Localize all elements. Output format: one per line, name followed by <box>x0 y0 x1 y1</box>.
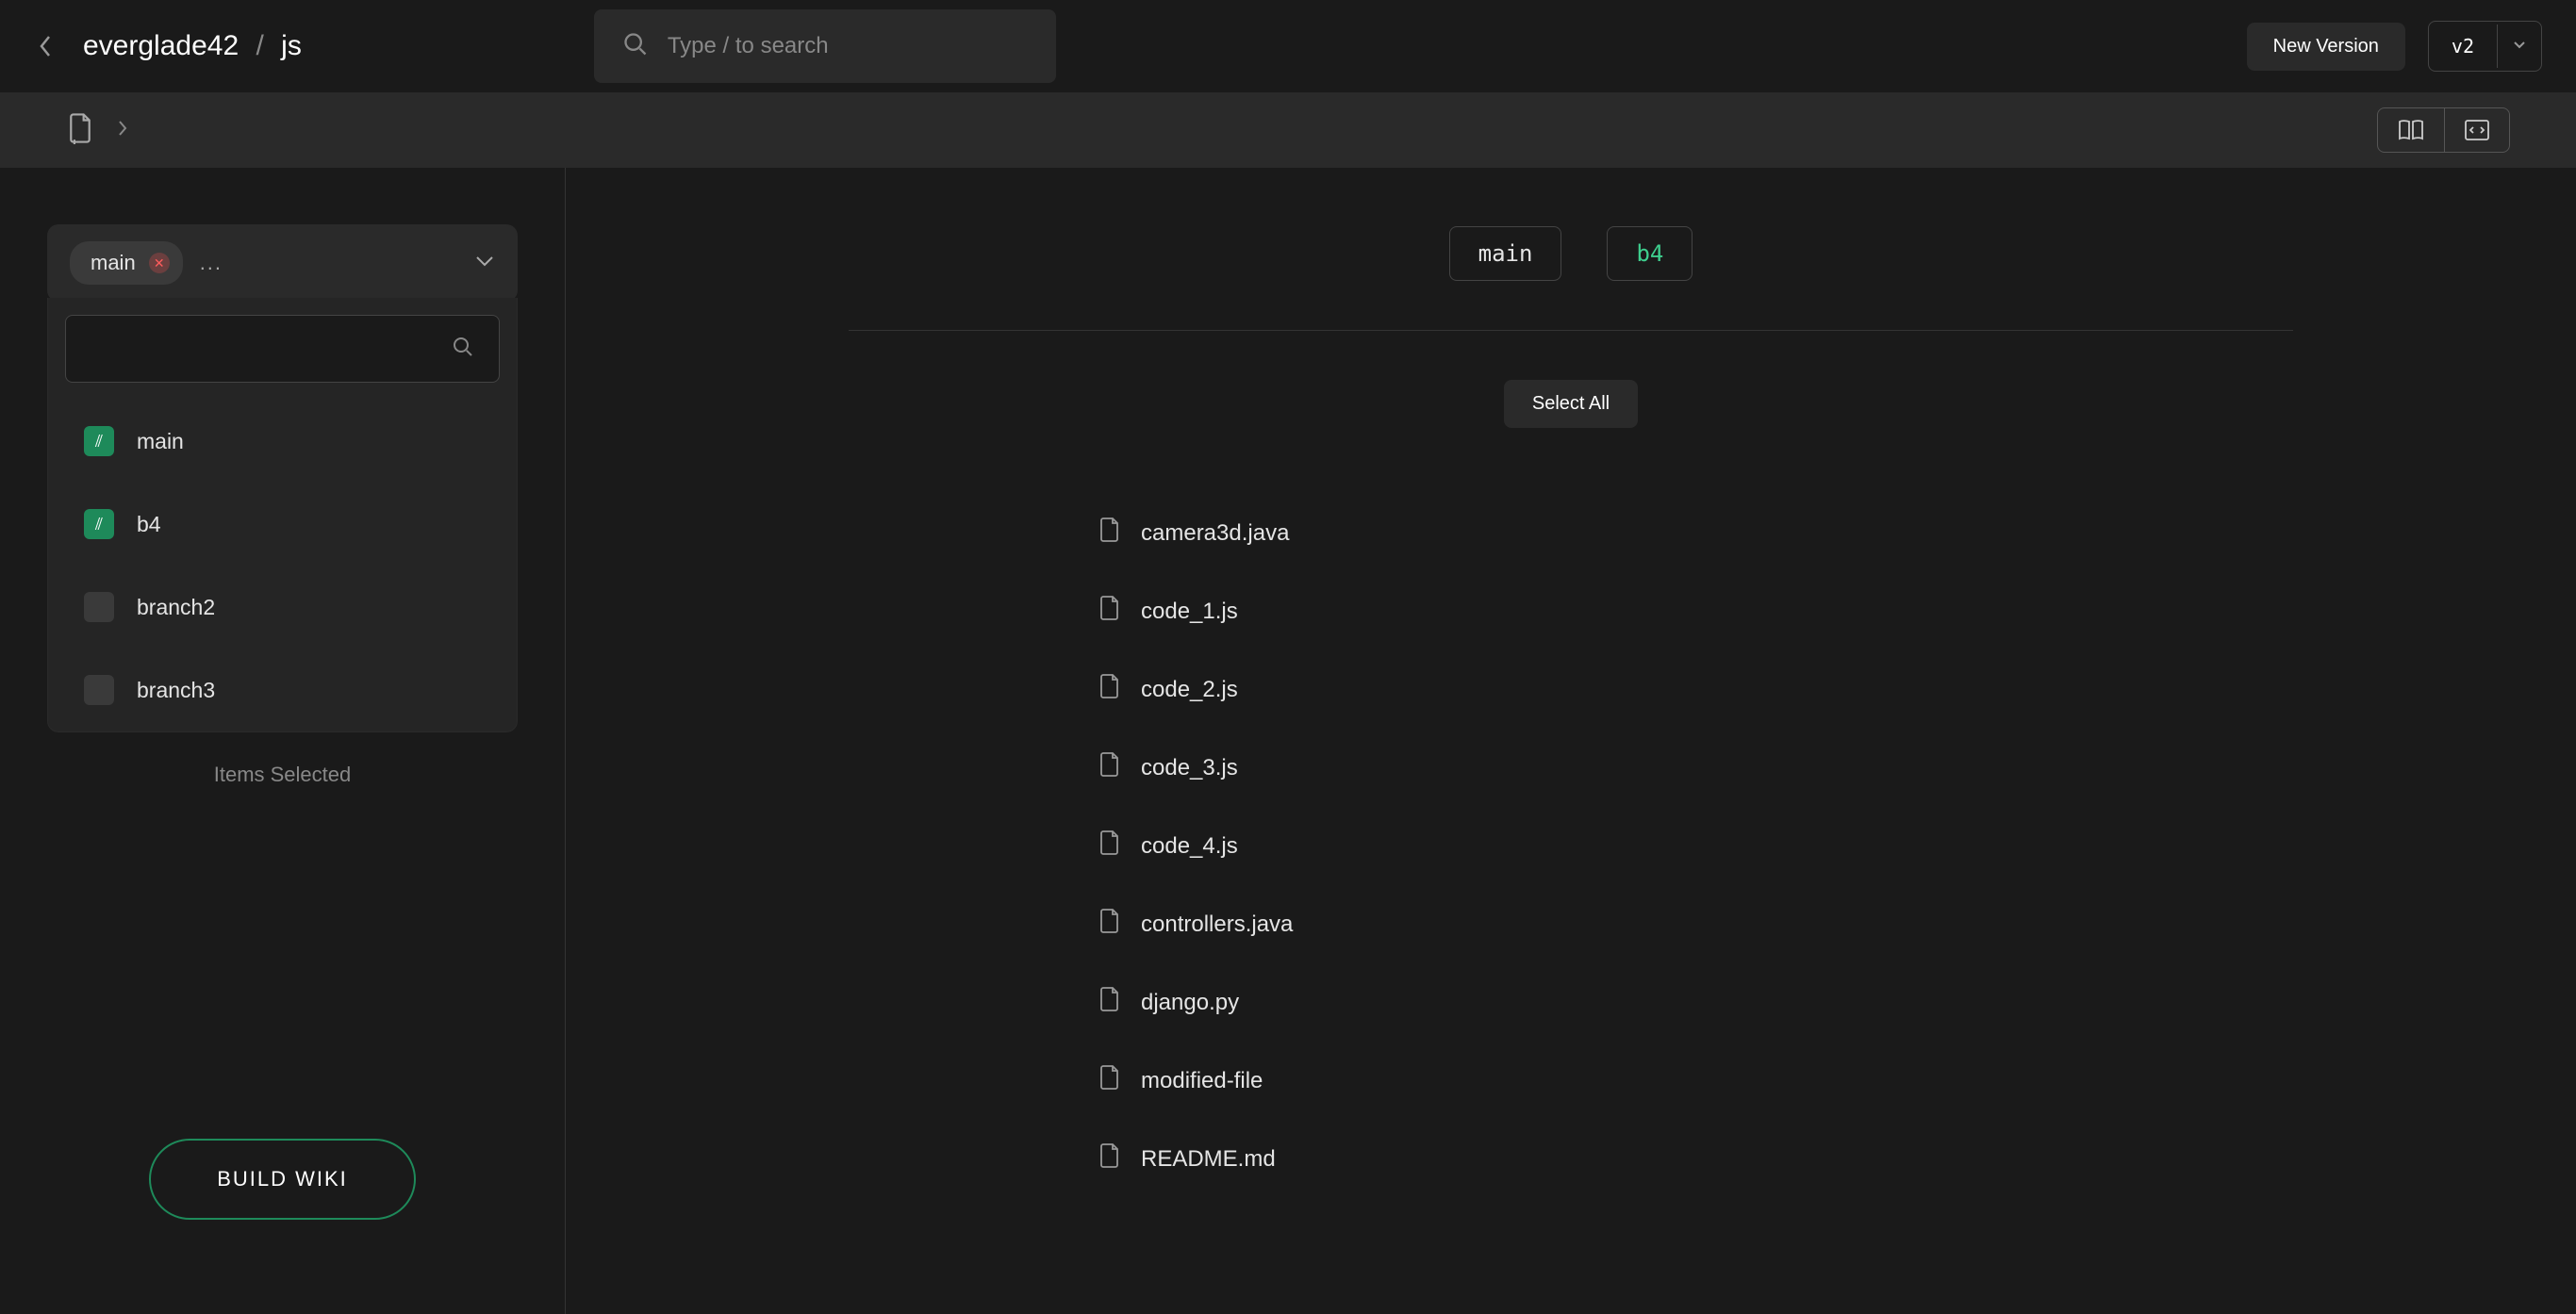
branch-list-item-label: branch3 <box>137 678 215 703</box>
sub-header <box>0 92 2576 168</box>
version-select-label: v2 <box>2429 22 2497 71</box>
file-item[interactable]: code_4.js <box>1099 807 2042 885</box>
file-item[interactable]: code_2.js <box>1099 650 2042 729</box>
branch-list-item[interactable]: branch3 <box>48 649 517 731</box>
file-icon <box>1099 595 1120 628</box>
search-box[interactable] <box>594 9 1056 83</box>
file-item-name: django.py <box>1141 990 1239 1016</box>
file-item[interactable]: django.py <box>1099 963 2042 1042</box>
file-item-name: code_3.js <box>1141 755 1238 781</box>
branch-selector[interactable]: main ✕ ... <box>47 224 518 302</box>
file-icon <box>1099 986 1120 1019</box>
file-icon <box>1099 908 1120 941</box>
branch-list-item[interactable]: ⫽ main <box>48 400 517 483</box>
checkbox-checked-icon[interactable]: ⫽ <box>84 426 114 456</box>
top-header: everglade42 / js New Version v2 <box>0 0 2576 92</box>
chevron-right-icon <box>117 119 128 142</box>
search-input[interactable] <box>668 33 1028 59</box>
branch-list-item[interactable]: branch2 <box>48 566 517 649</box>
file-item[interactable]: camera3d.java <box>1099 494 2042 572</box>
file-item-name: controllers.java <box>1141 912 1293 938</box>
file-item[interactable]: code_1.js <box>1099 572 2042 650</box>
file-item-name: code_4.js <box>1141 833 1238 860</box>
main-layout: main ✕ ... ⫽ main ⫽ b4 branch2 branch3 Items … <box>0 168 2576 1314</box>
branch-pill[interactable]: main <box>1449 226 1562 281</box>
file-icon <box>1099 1142 1120 1175</box>
branch-pills: main b4 <box>726 226 2416 281</box>
breadcrumb-owner[interactable]: everglade42 <box>83 30 239 61</box>
checkbox-unchecked-icon[interactable] <box>84 592 114 622</box>
content: main b4 Select All camera3d.java code_1.js… <box>566 168 2576 1314</box>
file-item-name: modified-file <box>1141 1068 1263 1094</box>
select-all-button[interactable]: Select All <box>1504 380 1638 428</box>
build-wiki-button[interactable]: BUILD WIKI <box>149 1139 416 1220</box>
branch-list-item-label: branch2 <box>137 595 215 620</box>
back-button[interactable] <box>34 35 57 57</box>
view-mode-code-button[interactable] <box>2445 108 2509 152</box>
file-item[interactable]: code_3.js <box>1099 729 2042 807</box>
file-item[interactable]: controllers.java <box>1099 885 2042 963</box>
branch-search[interactable] <box>65 315 500 383</box>
file-item[interactable]: modified-file <box>1099 1042 2042 1120</box>
branch-list-item-label: b4 <box>137 512 161 537</box>
divider <box>849 330 2293 331</box>
branch-list-item-label: main <box>137 429 184 454</box>
repo-icon <box>66 112 94 149</box>
view-toggle <box>2377 107 2510 153</box>
file-icon <box>1099 673 1120 706</box>
branch-dropdown: ⫽ main ⫽ b4 branch2 branch3 <box>47 298 518 732</box>
file-item-name: code_1.js <box>1141 599 1238 625</box>
chevron-down-icon[interactable] <box>2497 25 2541 68</box>
branch-search-input[interactable] <box>91 337 452 361</box>
file-icon <box>1099 517 1120 550</box>
items-selected-label: Items Selected <box>47 763 518 787</box>
sub-header-left <box>66 112 128 149</box>
branch-pill[interactable]: b4 <box>1607 226 1693 281</box>
breadcrumb-repo[interactable]: js <box>281 30 302 61</box>
chevron-down-icon[interactable] <box>474 255 495 272</box>
new-version-button[interactable]: New Version <box>2247 23 2405 71</box>
search-icon <box>622 31 649 62</box>
file-icon <box>1099 829 1120 862</box>
file-icon <box>1099 751 1120 784</box>
header-right: New Version v2 <box>2247 21 2542 72</box>
branch-more-indicator: ... <box>200 251 223 275</box>
branch-list-item[interactable]: ⫽ b4 <box>48 483 517 566</box>
close-icon[interactable]: ✕ <box>149 253 170 273</box>
search-icon <box>452 336 474 363</box>
file-item[interactable]: README.md <box>1099 1120 2042 1198</box>
file-list: camera3d.java code_1.js code_2.js code_3.js… <box>1099 494 2042 1198</box>
file-item-name: code_2.js <box>1141 677 1238 703</box>
breadcrumb: everglade42 / js <box>83 30 302 62</box>
breadcrumb-separator: / <box>256 30 263 61</box>
checkbox-unchecked-icon[interactable] <box>84 675 114 705</box>
view-mode-reader-button[interactable] <box>2378 108 2445 152</box>
sub-header-right <box>2377 107 2510 153</box>
file-item-name: README.md <box>1141 1146 1276 1173</box>
branch-list: ⫽ main ⫽ b4 branch2 branch3 <box>48 400 517 731</box>
branch-chip-label: main <box>91 251 136 275</box>
file-item-name: camera3d.java <box>1141 520 1289 547</box>
sidebar: main ✕ ... ⫽ main ⫽ b4 branch2 branch3 Items … <box>0 168 566 1314</box>
checkbox-checked-icon[interactable]: ⫽ <box>84 509 114 539</box>
branch-chip: main ✕ <box>70 241 183 285</box>
file-icon <box>1099 1064 1120 1097</box>
version-select[interactable]: v2 <box>2428 21 2542 72</box>
